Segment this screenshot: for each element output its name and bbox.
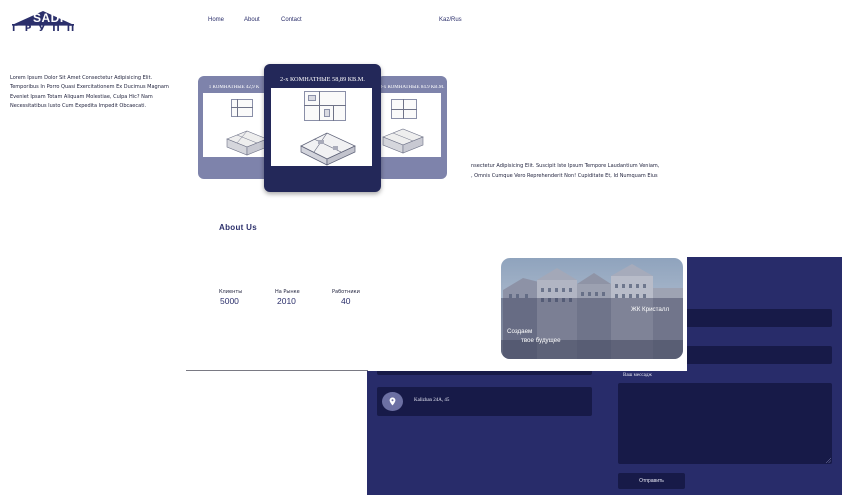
nav-home-link[interactable]: Home: [208, 17, 224, 23]
intro-text: Lorem Ipsum Dolor Sit Amet Consectetur A…: [10, 75, 169, 110]
slogan-line: Создаем: [507, 328, 533, 335]
message-textarea[interactable]: [618, 383, 832, 464]
slide-1-room[interactable]: 1 КОМНАТНЫЕ 42,9 К: [198, 76, 270, 179]
divider: [186, 370, 368, 371]
project-showcase-card[interactable]: ЖК Кристалл Создаем твое будущее: [501, 258, 683, 359]
slide-title: 2-х КОМНАТНЫЕ 58,89 КВ.М.: [280, 76, 365, 83]
slide-title: 3-х КОМНАТНЫЕ 84.9 КВ.М.: [379, 85, 445, 90]
project-name: ЖК Кристалл: [631, 306, 670, 313]
stat-value-employees: 40: [341, 296, 351, 306]
location-pin-icon: [382, 392, 403, 411]
floor-plan-image: [203, 93, 268, 157]
resize-handle-icon[interactable]: [826, 458, 831, 463]
logo-text: SADI: [33, 11, 64, 25]
language-switch[interactable]: Kaz/Rus: [439, 17, 462, 23]
stat-label-clients: Клиенты: [219, 289, 243, 295]
floor-plan-image: [271, 88, 372, 166]
slide-title: 1 КОМНАТНЫЕ 42,9 К: [208, 85, 260, 90]
slogan-line: твое будущее: [521, 337, 561, 344]
logo[interactable]: SADI ГРУПП: [10, 10, 76, 36]
slide-2-room-active[interactable]: 2-х КОМНАТНЫЕ 58,89 КВ.М.: [264, 64, 381, 192]
send-button[interactable]: Отправить: [618, 473, 685, 489]
stat-label-market: На Рынке: [275, 289, 300, 295]
address-text: Kalizhan 24A, 45: [414, 398, 450, 403]
floor-plan-image: [377, 93, 441, 157]
stat-value-market: 2010: [277, 296, 296, 306]
contact-info-address: Kalizhan 24A, 45: [377, 387, 592, 416]
feature-text: nsectetur Adipisicing Elit. Suscipit Ist…: [471, 162, 681, 182]
message-label: Ваш мессадж: [623, 373, 652, 378]
logo-subtitle: ГРУПП: [12, 24, 82, 34]
nav-contact-link[interactable]: Contact: [281, 17, 302, 23]
about-title: About Us: [219, 223, 257, 232]
stat-value-clients: 5000: [220, 296, 239, 306]
slide-3-room[interactable]: 3-х КОМНАТНЫЕ 84.9 КВ.М.: [377, 76, 447, 179]
stat-label-employees: Работники: [332, 289, 360, 295]
nav-about-link[interactable]: About: [244, 17, 260, 23]
feature-text-line: , Omnis Cumque Vero Reprehenderit Non! C…: [471, 172, 658, 179]
feature-text-line: nsectetur Adipisicing Elit. Suscipit Ist…: [471, 163, 660, 169]
